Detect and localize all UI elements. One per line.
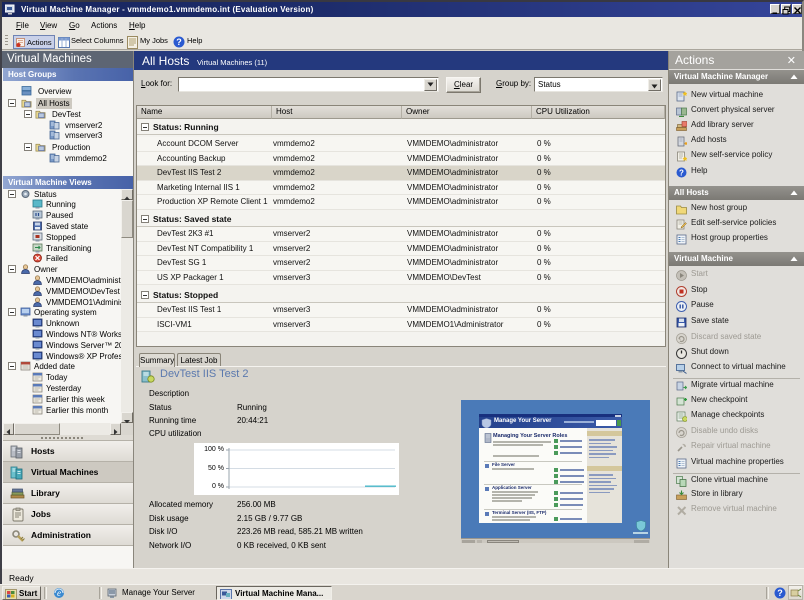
svg-text:?: ?	[679, 168, 684, 177]
svg-text:?: ?	[777, 588, 783, 598]
svg-text:?: ?	[176, 37, 182, 47]
svg-text:e: e	[57, 588, 61, 598]
